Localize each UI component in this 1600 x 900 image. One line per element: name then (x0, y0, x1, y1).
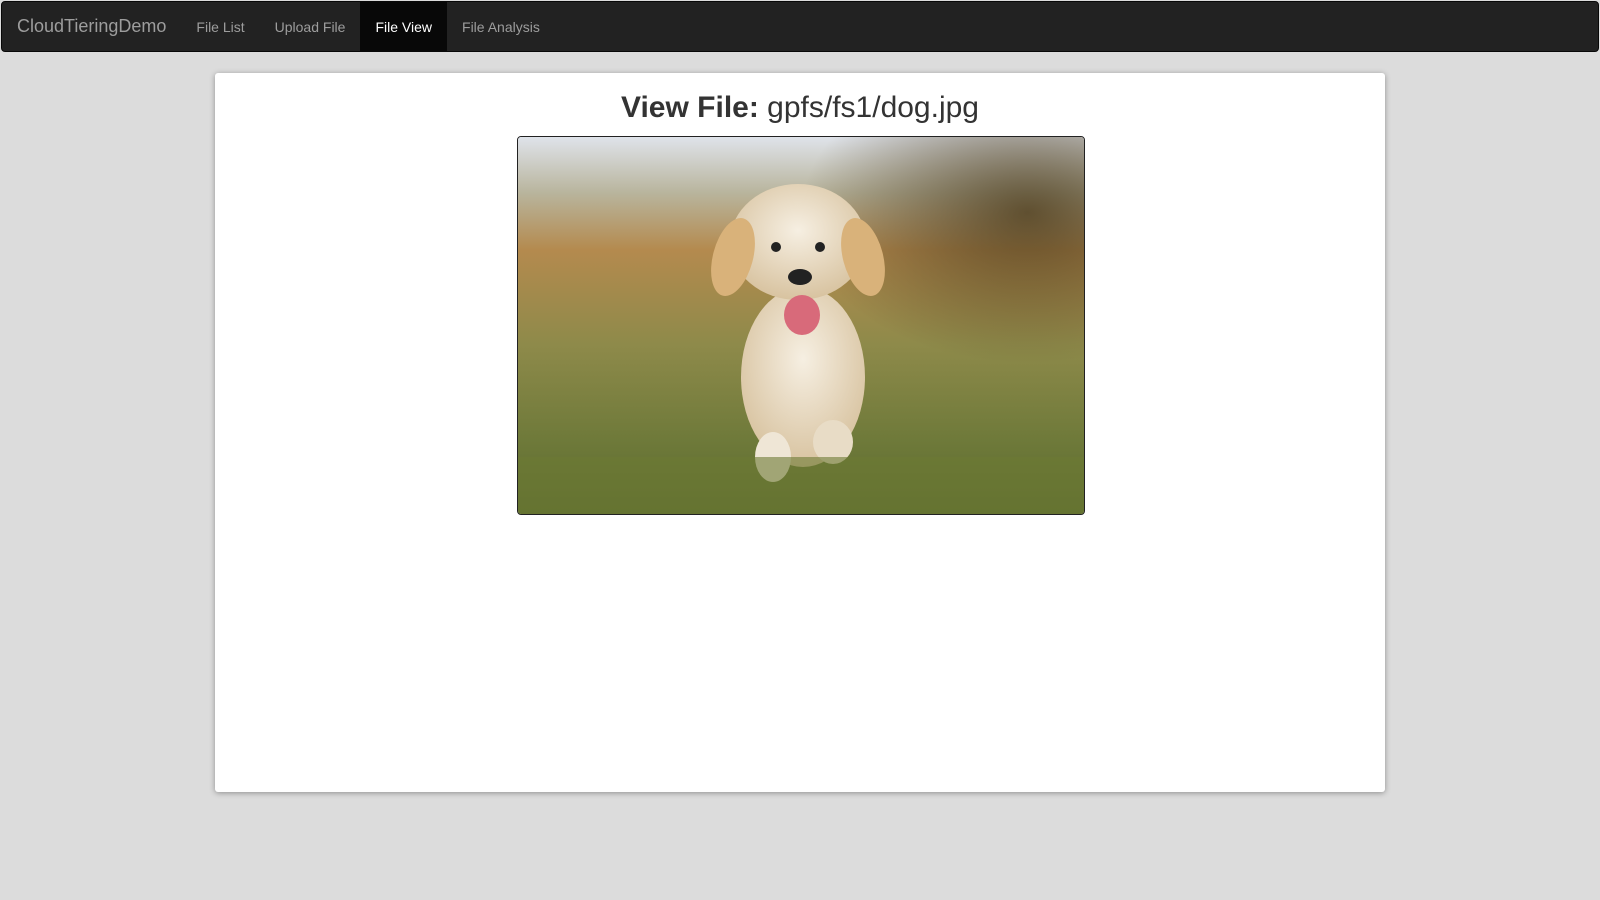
nav-file-view[interactable]: File View (360, 2, 448, 51)
nav-upload-file[interactable]: Upload File (260, 2, 361, 51)
navbar: CloudTieringDemo File List Upload File F… (1, 1, 1599, 52)
file-path: gpfs/fs1/dog.jpg (767, 91, 979, 124)
file-view-panel: View File: gpfs/fs1/dog.jpg (215, 73, 1385, 792)
title-label: View File: (621, 91, 759, 124)
file-image (517, 136, 1085, 515)
dog-photo (518, 137, 1084, 514)
nav-file-list[interactable]: File List (181, 2, 259, 51)
brand-link[interactable]: CloudTieringDemo (2, 2, 181, 51)
page-title: View File: gpfs/fs1/dog.jpg (215, 91, 1385, 125)
nav-file-analysis[interactable]: File Analysis (447, 2, 555, 51)
